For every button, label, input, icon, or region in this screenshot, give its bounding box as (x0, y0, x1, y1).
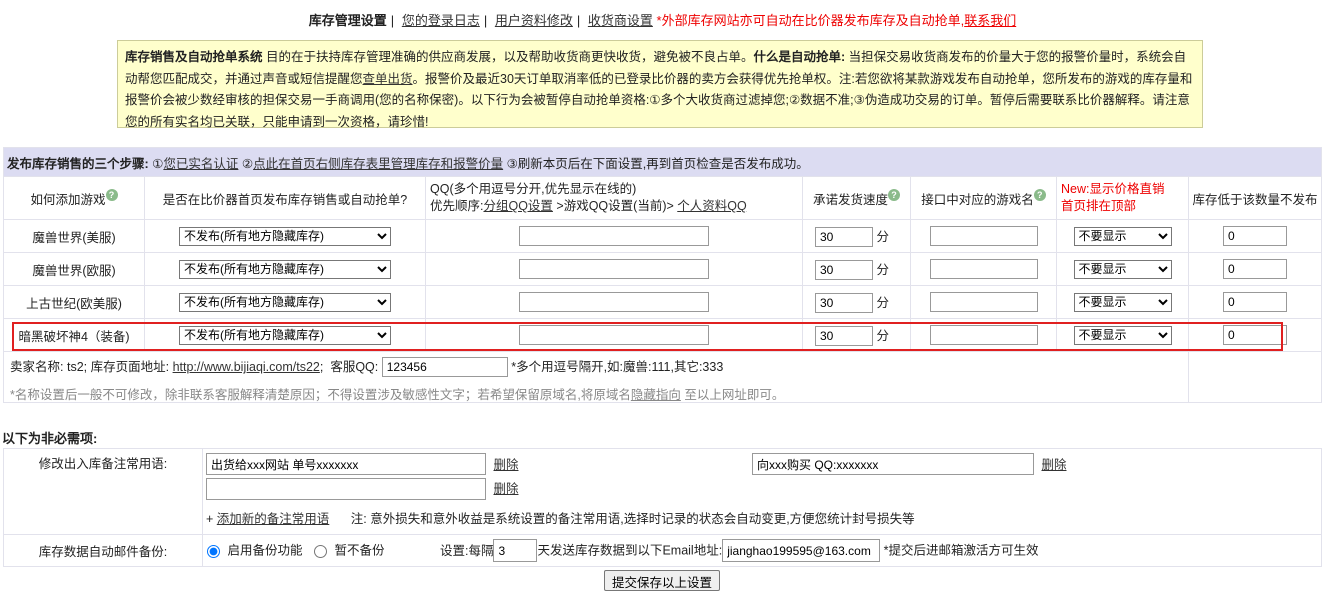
step2-link[interactable]: 点此在首页右侧库存表里管理库存和报警价量 (253, 157, 503, 171)
service-qq-input[interactable] (381, 357, 508, 377)
min-stock-input[interactable] (1223, 292, 1287, 312)
backup-label: 库存数据自动邮件备份: (3, 534, 203, 567)
minute-unit: 分 (876, 229, 889, 244)
hide-redirect-link[interactable]: 隐藏指向 (631, 388, 681, 402)
personal-qq-link[interactable]: 个人资料QQ (677, 199, 746, 213)
api-name-input[interactable] (929, 325, 1038, 345)
qq-hint: *多个用逗号隔开,如:魔兽:111,其它:333 (511, 360, 724, 374)
publish-select[interactable]: 不发布(所有地方隐藏库存) (179, 292, 391, 312)
notice-title: 库存销售及自动抢单系统 (125, 50, 263, 64)
min-stock-input[interactable] (1223, 325, 1287, 345)
enable-backup-radio[interactable] (207, 544, 220, 558)
game-name: 魔兽世界(欧服) (3, 252, 145, 286)
min-stock-input[interactable] (1223, 259, 1287, 279)
nav-current: 库存管理设置 (308, 13, 387, 28)
notice-box: 库存销售及自动抢单系统 目的在于扶持库存管理准确的供应商发展，以及帮助收货商更快… (117, 40, 1203, 129)
remark-input[interactable] (206, 478, 486, 500)
seller-note: *名称设置后一般不可修改，除非联系客服解释清楚原因；不得设置涉及敏感性文字；若希… (10, 388, 785, 402)
notice-text: 目的在于扶持库存管理准确的供应商发展，以及帮助收货商更快收货，避免被不良占单。 (262, 50, 754, 64)
notice-subtitle: 什么是自动抢单: (753, 50, 846, 64)
qq-input[interactable] (519, 226, 709, 246)
remark-input[interactable] (206, 453, 486, 475)
header-publish: 是否在比价器首页发布库存销售或自动抢单? (144, 176, 426, 220)
display-select[interactable]: 不要显示 (1073, 259, 1172, 279)
header-qq: QQ(多个用逗号分开,优先显示在线的) 优先顺序:分组QQ设置 >游戏QQ设置(… (425, 176, 803, 220)
speed-input[interactable] (815, 226, 873, 247)
publish-select[interactable]: 不发布(所有地方隐藏库存) (179, 259, 391, 279)
nav-profile-link[interactable]: 用户资料修改 (495, 13, 573, 28)
delete-link[interactable]: 删除 (493, 458, 518, 472)
nav-receiver-link[interactable]: 收货商设置 (588, 13, 653, 28)
disable-backup-radio[interactable] (313, 544, 327, 558)
nav-login-log-link[interactable]: 您的登录日志 (402, 13, 480, 28)
display-select[interactable]: 不要显示 (1073, 325, 1172, 345)
steps-bar: 发布库存销售的三个步骤: ①您已实名认证 ②点此在首页右侧库存表里管理库存和报警… (3, 147, 1322, 177)
step3-text: ③刷新本页后在下面设置,再到首页检查是否发布成功。 (506, 156, 809, 171)
header-min-stock: 库存低于该数量不发布 (1188, 176, 1322, 220)
api-name-input[interactable] (929, 292, 1038, 312)
speed-input[interactable] (815, 259, 873, 280)
table-row: 魔兽世界(美服) 不发布(所有地方隐藏库存) 分 不要显示 (3, 219, 1322, 253)
steps-title: 发布库存销售的三个步骤: (7, 156, 149, 171)
minute-unit: 分 (876, 328, 889, 343)
optional-table: 修改出入库备注常用语: 删除 删除 删除 + 添加新的备注常用语 注: 意外损失… (3, 448, 1322, 567)
delete-link[interactable]: 删除 (1041, 458, 1066, 472)
minute-unit: 分 (876, 262, 889, 277)
help-icon[interactable]: ? (105, 188, 118, 201)
check-order-link[interactable]: 查单出货 (363, 72, 413, 86)
game-name: 魔兽世界(美服) (3, 219, 145, 253)
api-name-input[interactable] (929, 259, 1038, 279)
interval-days-input[interactable] (493, 539, 538, 562)
optional-title: 以下为非必需项: (2, 431, 98, 446)
remark-input[interactable] (752, 453, 1034, 475)
header-display: New:显示价格直销 首页排在顶部 (1056, 176, 1189, 220)
table-header: 如何添加游戏? 是否在比价器首页发布库存销售或自动抢单? QQ(多个用逗号分开,… (3, 176, 1322, 220)
add-note: 注: 意外损失和意外收益是系统设置的备注常用语,选择时记录的状态会自动变更,方便… (350, 512, 915, 526)
table-row: 暗黑破坏神4（装备) 不发布(所有地方隐藏库存) 分 不要显示 (3, 318, 1322, 352)
seller-name: ts2; (66, 360, 88, 374)
nav-notice: *外部库存网站亦可自动在比价器发布库存及自动抢单, (656, 13, 965, 28)
game-name: 暗黑破坏神4（装备) (3, 318, 145, 352)
seller-info: 卖家名称: ts2; 库存页面地址: http://www.bijiaqi.co… (10, 356, 723, 377)
contact-link[interactable]: 联系我们 (964, 13, 1016, 28)
speed-input[interactable] (815, 325, 873, 346)
submit-button[interactable]: 提交保存以上设置 (604, 570, 721, 591)
display-select[interactable]: 不要显示 (1073, 292, 1172, 312)
top-nav: 库存管理设置 | 您的登录日志 | 用户资料修改 | 收货商设置 *外部库存网站亦可自… (308, 13, 1017, 28)
header-add-game: 如何添加游戏? (3, 176, 145, 220)
publish-select[interactable]: 不发布(所有地方隐藏库存) (179, 226, 391, 246)
store-url-link[interactable]: http://www.bijiaqi.com/ts22 (173, 360, 320, 374)
header-speed: 承诺发货速度? (802, 176, 911, 220)
game-name: 上古世纪(欧美服) (3, 285, 145, 319)
backup-email-input[interactable] (722, 539, 881, 562)
table-row: 魔兽世界(欧服) 不发布(所有地方隐藏库存) 分 不要显示 (3, 252, 1322, 286)
help-icon[interactable]: ? (888, 188, 900, 201)
help-icon[interactable]: ? (1033, 188, 1046, 201)
min-stock-input[interactable] (1223, 226, 1287, 246)
group-qq-link[interactable]: 分组QQ设置 (483, 199, 552, 213)
api-name-input[interactable] (929, 226, 1038, 246)
qq-input[interactable] (519, 292, 709, 312)
speed-input[interactable] (815, 292, 873, 313)
display-select[interactable]: 不要显示 (1073, 226, 1172, 246)
qq-input[interactable] (519, 259, 709, 279)
email-note: *提交后进邮箱激活方可生效 (883, 543, 1039, 558)
table-row: 上古世纪(欧美服) 不发布(所有地方隐藏库存) 分 不要显示 (3, 285, 1322, 319)
add-remark-link[interactable]: 添加新的备注常用语 (217, 512, 330, 526)
minute-unit: 分 (876, 295, 889, 310)
remarks-label: 修改出入库备注常用语: (3, 448, 203, 535)
publish-select[interactable]: 不发布(所有地方隐藏库存) (179, 325, 391, 345)
header-api-name: 接口中对应的游戏名? (910, 176, 1057, 220)
qq-input[interactable] (519, 325, 709, 345)
delete-link[interactable]: 删除 (493, 482, 518, 496)
step1-link[interactable]: 您已实名认证 (163, 157, 238, 171)
